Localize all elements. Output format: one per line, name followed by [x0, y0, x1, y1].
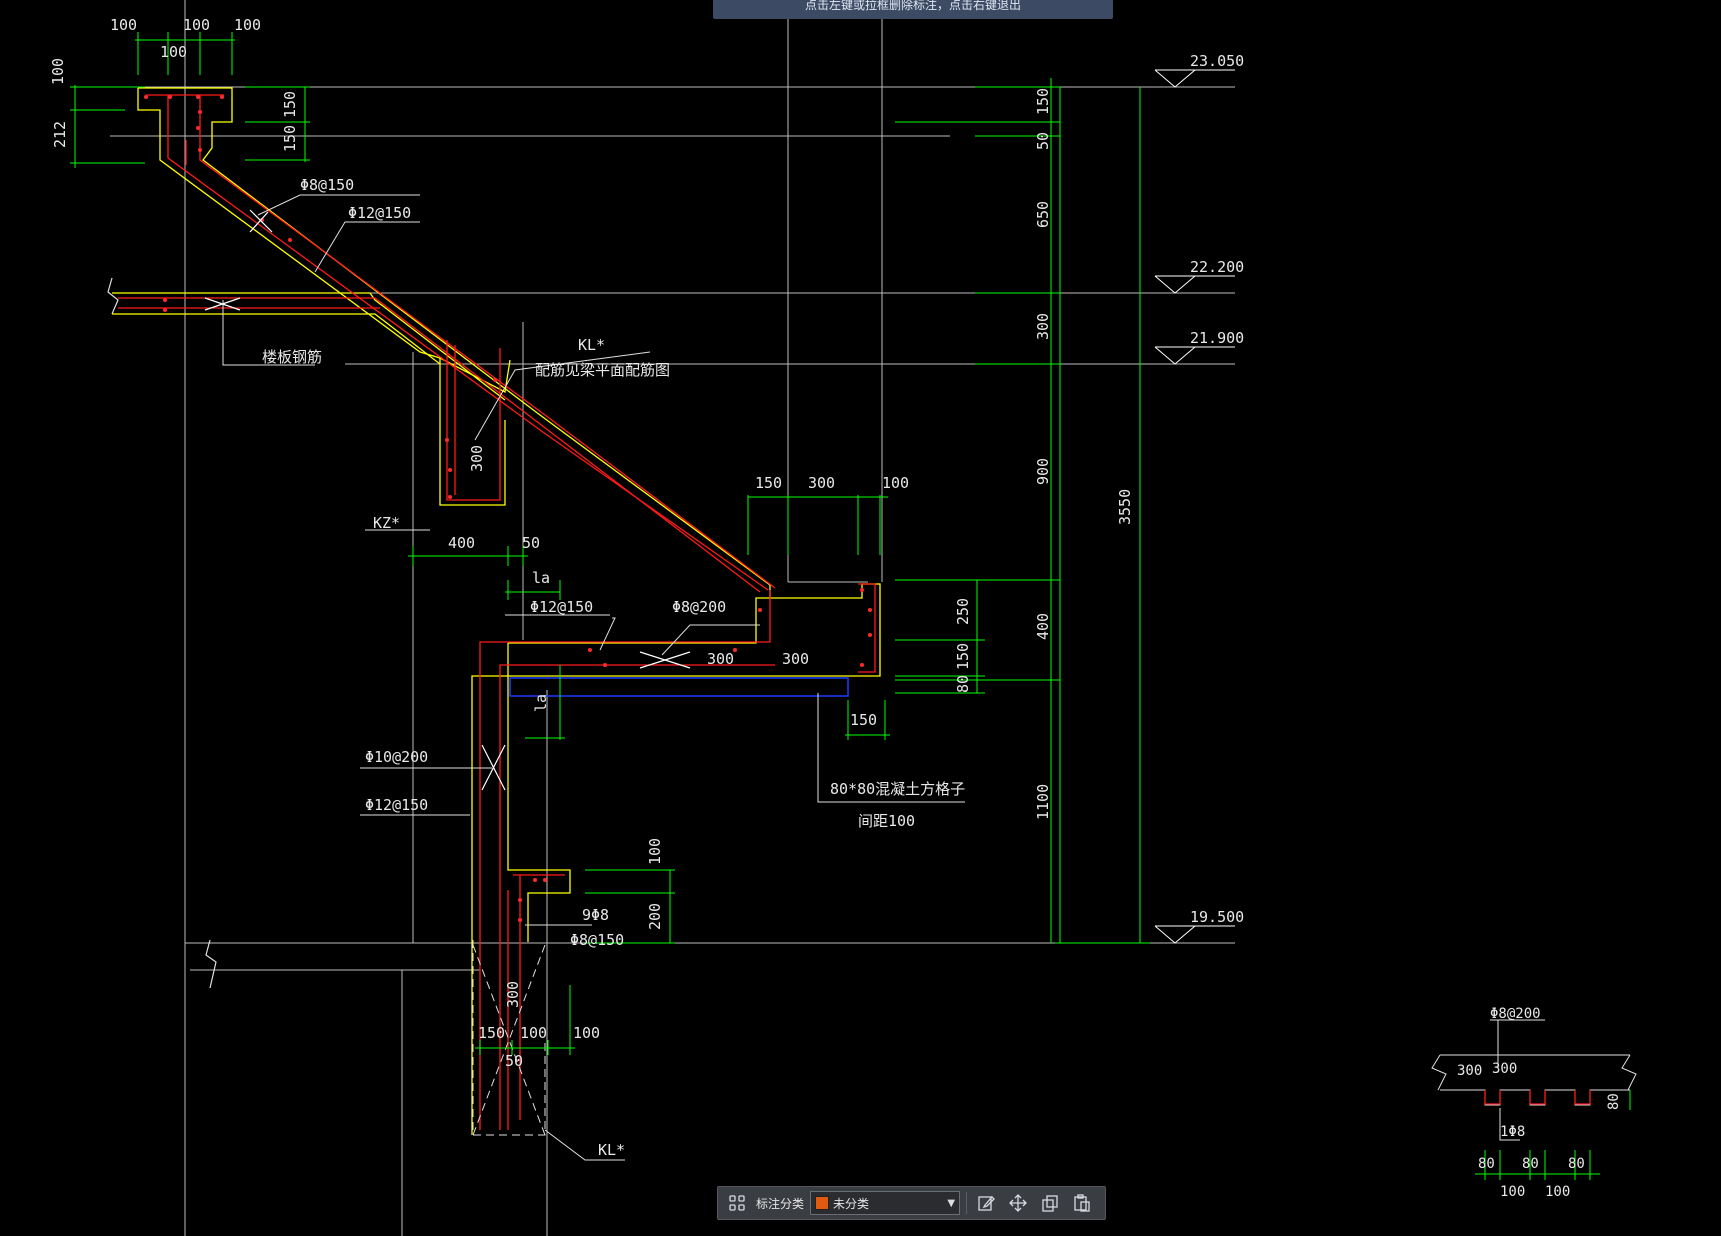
- detail-bottom-100-2: 100: [1545, 1184, 1570, 1200]
- label-strip-note: 80*80混凝土方格子: [830, 780, 965, 798]
- paste-icon[interactable]: [1069, 1190, 1095, 1216]
- label-la-top: la: [532, 569, 550, 587]
- label-kl-depth: 300: [468, 445, 486, 472]
- dim-150-b: 150: [478, 1024, 505, 1042]
- detail-dim-300a: 300: [1457, 1063, 1482, 1079]
- detail-dim-300b: 300: [1492, 1061, 1517, 1077]
- label-phi12-150-top: Φ12@150: [348, 204, 411, 222]
- category-value: 未分类: [833, 1196, 870, 1211]
- left-dim-212: 212: [51, 121, 69, 148]
- left-dim-150a: 150: [281, 91, 299, 118]
- top-hint-banner: 点击左键或拉框删除标注，点击右键退出: [713, 0, 1113, 19]
- elev-21900: 21.900: [1190, 329, 1244, 347]
- ur-dim-300: 300: [808, 474, 835, 492]
- vc-900: 900: [1034, 458, 1052, 485]
- dim-300-a: 300: [707, 650, 734, 668]
- annotation-toolbar: 标注分类 未分类 ▼: [717, 1186, 1106, 1220]
- detail-top-label: Φ8@200: [1490, 1006, 1541, 1022]
- dim-300-v: 300: [504, 981, 522, 1008]
- left-dim-150b: 150: [281, 125, 299, 152]
- label-slab-rebar: 楼板钢筋: [262, 348, 322, 366]
- dim-100-b2: 100: [573, 1024, 600, 1042]
- detail-bottom-80-3: 80: [1568, 1156, 1585, 1172]
- detail-bottom-80-1: 80: [1478, 1156, 1495, 1172]
- dim-50-b: 50: [505, 1052, 523, 1070]
- left-dim-100: 100: [49, 58, 67, 85]
- vc-150: 150: [1034, 88, 1052, 115]
- label-phi10-200: Φ10@200: [365, 748, 428, 766]
- label-phi12-150-left: Φ12@150: [365, 796, 428, 814]
- cad-drawing-canvas[interactable]: 100 100 100 100 100 212 150 150 Φ8@150 Φ…: [0, 0, 1721, 1236]
- vc-1100: 1100: [1034, 784, 1052, 820]
- top-dim-3: 100: [183, 16, 210, 34]
- top-dim-2: 100: [160, 43, 187, 61]
- label-kl-note: 配筋见梁平面配筋图: [535, 361, 670, 379]
- label-strip-spacing: 间距100: [858, 812, 915, 830]
- detail-dim-80-right: 80: [1606, 1093, 1622, 1110]
- top-dim-1: 100: [110, 16, 137, 34]
- mr-dim-150: 150: [954, 643, 972, 670]
- edit-icon[interactable]: [973, 1190, 999, 1216]
- dim-100-b: 100: [520, 1024, 547, 1042]
- dim-200-r: 200: [646, 903, 664, 930]
- top-dim-4: 100: [234, 16, 261, 34]
- dim-50: 50: [522, 534, 540, 552]
- mr-dim-250: 250: [954, 598, 972, 625]
- dim-300-b: 300: [782, 650, 809, 668]
- hint-text: 点击左键或拉框删除标注，点击右键退出: [804, 0, 1021, 12]
- label-la-vert: la: [532, 694, 550, 712]
- vc-50: 50: [1034, 132, 1052, 150]
- label-phi12-150-mid: Φ12@150: [530, 598, 593, 616]
- elev-22200: 22.200: [1190, 258, 1244, 276]
- mr-dim-80: 80: [954, 675, 972, 693]
- label-nine-phi8: 9Φ8: [582, 906, 609, 924]
- category-color-swatch: [815, 1196, 830, 1210]
- label-phi8-150-bot: Φ8@150: [570, 931, 624, 949]
- label-kz: KZ*: [373, 514, 400, 532]
- move-icon[interactable]: [1005, 1190, 1031, 1216]
- elev-23050: 23.050: [1190, 52, 1244, 70]
- canvas-background: [0, 0, 1721, 1236]
- label-kl-top: KL*: [578, 336, 605, 354]
- dim-100-r: 100: [646, 838, 664, 865]
- label-kl-bot: KL*: [598, 1141, 625, 1159]
- dim-400: 400: [448, 534, 475, 552]
- label-phi8-200-mid: Φ8@200: [672, 598, 726, 616]
- vc-400: 400: [1034, 613, 1052, 640]
- label-phi8-150-top: Φ8@150: [300, 176, 354, 194]
- dim-150-bot: 150: [850, 711, 877, 729]
- detail-bottom-100-1: 100: [1500, 1184, 1525, 1200]
- ur-dim-100: 100: [882, 474, 909, 492]
- detail-bottom-80-2: 80: [1522, 1156, 1539, 1172]
- elev-19500: 19.500: [1190, 908, 1244, 926]
- vc-650: 650: [1034, 201, 1052, 228]
- vc-300: 300: [1034, 313, 1052, 340]
- toolbar-divider: [966, 1192, 968, 1214]
- category-select[interactable]: 未分类 ▼: [810, 1191, 961, 1215]
- vc-total: 3550: [1116, 489, 1134, 525]
- chevron-down-icon: ▼: [947, 1197, 956, 1209]
- category-label: 标注分类: [756, 1196, 805, 1211]
- copy-icon[interactable]: [1037, 1190, 1063, 1216]
- ur-dim-150: 150: [755, 474, 782, 492]
- grid-icon[interactable]: [724, 1190, 750, 1216]
- detail-bar-label: 1Φ8: [1500, 1124, 1525, 1140]
